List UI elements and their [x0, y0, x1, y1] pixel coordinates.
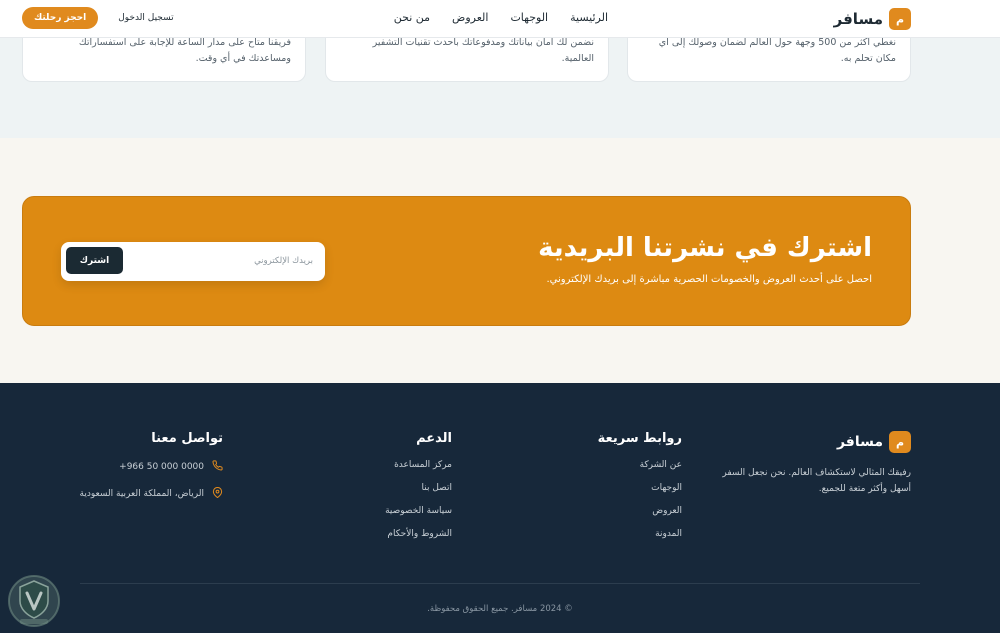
brand-name: مسافر — [833, 10, 883, 28]
header-actions: احجز رحلتك تسجيل الدخول — [22, 7, 174, 29]
subscribe-button[interactable]: اشترك — [66, 247, 123, 274]
logo-mark: م — [889, 431, 911, 453]
login-button[interactable]: تسجيل الدخول — [118, 13, 173, 23]
location-pin-icon — [212, 486, 223, 501]
footer-heading: روابط سريعة — [597, 431, 682, 446]
footer-link-destinations[interactable]: الوجهات — [598, 483, 682, 493]
footer-link-offers[interactable]: العروض — [598, 506, 682, 516]
copyright-text: © 2024 مسافر. جميع الحقوق محفوظة. — [427, 604, 573, 614]
feature-card-text: نغطي أكثر من 500 وجهة حول العالم لضمان و… — [658, 37, 896, 65]
newsletter-form: اشترك — [61, 242, 325, 281]
phone-icon — [212, 460, 223, 474]
site-header: م مسافر الرئيسية الوجهات العروض من نحن ا… — [0, 0, 1000, 38]
footer-logo[interactable]: م مسافر — [711, 431, 911, 453]
footer-quick-links: روابط سريعة عن الشركة الوجهات العروض الم… — [598, 431, 682, 552]
footer-link-privacy[interactable]: سياسة الخصوصية — [385, 506, 452, 516]
footer-heading: الدعم — [416, 431, 452, 446]
nav-item-about[interactable]: من نحن — [394, 11, 430, 24]
footer-link-contact[interactable]: اتصل بنا — [385, 483, 452, 493]
book-trip-button[interactable]: احجز رحلتك — [22, 7, 99, 29]
feature-card-text: فريقنا متاح على مدار الساعة للإجابة على … — [78, 37, 291, 65]
logo-mark: م — [889, 8, 911, 30]
footer-support-links: الدعم مركز المساعدة اتصل بنا سياسة الخصو… — [385, 431, 452, 552]
footer-link-help-center[interactable]: مركز المساعدة — [385, 460, 452, 470]
newsletter-title: اشترك في نشرتنا البريدية — [538, 233, 872, 263]
footer-about-text: رفيقك المثالي لاستكشاف العالم. نحن نجعل … — [722, 468, 911, 495]
newsletter-banner: اشترك في نشرتنا البريدية احصل على أحدث ا… — [22, 196, 911, 326]
footer-heading: تواصل معنا — [151, 431, 223, 446]
email-input[interactable] — [173, 252, 313, 270]
footer-link-company[interactable]: عن الشركة — [598, 460, 682, 470]
main-nav: الرئيسية الوجهات العروض من نحن — [394, 11, 608, 24]
footer-brand-column: م مسافر رفيقك المثالي لاستكشاف العالم. ن… — [711, 431, 911, 497]
watermark-badge-icon — [6, 571, 62, 629]
footer-link-blog[interactable]: المدونة — [598, 529, 682, 539]
nav-item-destinations[interactable]: الوجهات — [510, 11, 548, 24]
site-footer: م مسافر رفيقك المثالي لاستكشاف العالم. ن… — [0, 383, 1000, 633]
footer-link-terms[interactable]: الشروط والأحكام — [385, 529, 452, 539]
footer-divider — [80, 583, 920, 584]
footer-brand-name: مسافر — [836, 434, 883, 450]
feature-card-text: نضمن لك أمان بياناتك ومدفوعاتك بأحدث تقن… — [372, 37, 594, 65]
contact-phone[interactable]: +966 50 000 0000 — [80, 460, 223, 474]
contact-phone-number: +966 50 000 0000 — [119, 462, 204, 472]
contact-address-text: الرياض، المملكة العربية السعودية — [79, 489, 204, 499]
newsletter-description: احصل على أحدث العروض والخصومات الحصرية م… — [546, 274, 872, 285]
nav-item-offers[interactable]: العروض — [452, 11, 488, 24]
contact-address: الرياض، المملكة العربية السعودية — [79, 486, 223, 501]
brand-logo[interactable]: م مسافر — [834, 8, 911, 30]
nav-item-home[interactable]: الرئيسية — [570, 11, 608, 24]
footer-contact: تواصل معنا +966 50 000 0000 الرياض، المم… — [80, 431, 223, 514]
